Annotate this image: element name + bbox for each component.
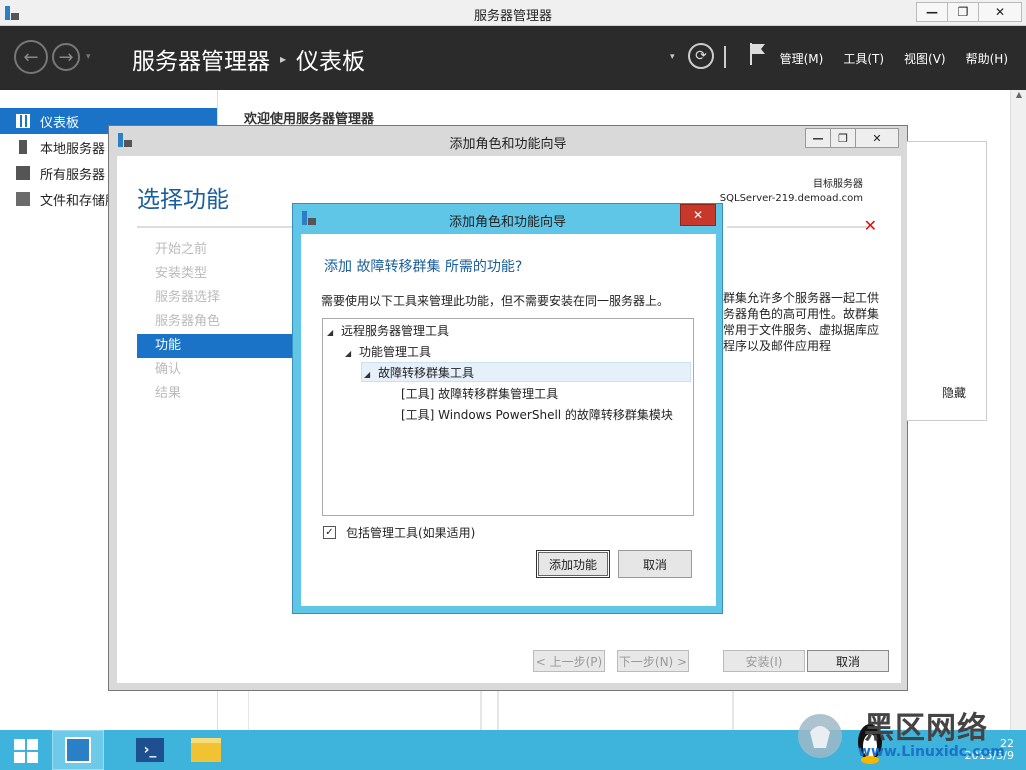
add-features-dialog: 添加角色和功能向导 ✕ 添加 故障转移群集 所需的功能? 需要使用以下工具来管理… [292,203,723,614]
forward-arrow-icon: → [58,46,74,68]
server-manager-icon [65,737,91,763]
tree-node-label: [工具] Windows PowerShell 的故障转移群集模块 [401,408,673,422]
expand-triangle-icon[interactable]: ◢ [345,344,359,364]
required-features-tree[interactable]: ◢ 远程服务器管理工具 ◢ 功能管理工具 ◢ 故障转移群集工具 [工具] 故障转移群集… [322,318,694,516]
refresh-button[interactable]: ⟳ [688,43,714,69]
windows-logo-icon [14,739,25,750]
wizard-title: 添加角色和功能向导 [449,137,567,152]
back-button[interactable]: ← [14,40,48,74]
back-arrow-icon: ← [23,46,39,68]
step-confirmation[interactable]: 确认 [137,358,297,382]
window-title: 服务器管理器 [473,9,552,24]
step-features[interactable]: 功能 [137,334,297,358]
watermark-url: www.Linuxidc.com [858,744,1005,760]
tree-node-feature-admin-tools[interactable]: ◢ 功能管理工具 [345,342,431,362]
wizard-maximize-button[interactable]: ❐ [830,128,856,148]
folder-icon [191,738,221,762]
step-before-you-begin[interactable]: 开始之前 [137,238,297,262]
target-server-label: 目标服务器 [813,179,863,190]
steps-divider [137,226,297,228]
tree-node-failover-cluster-ps-module[interactable]: [工具] Windows PowerShell 的故障转移群集模块 [401,405,673,425]
hide-link[interactable]: 隐藏 [942,384,966,401]
taskbar-powershell[interactable]: ›_ [124,730,176,770]
dialog-close-button[interactable]: ✕ [680,204,716,226]
include-tools-label[interactable]: 包括管理工具(如果适用) [346,524,475,541]
tree-node-failover-cluster-mgmt[interactable]: [工具] 故障转移群集管理工具 [401,384,558,404]
target-server-name: SQLServer-219.demoad.com [719,193,863,204]
restore-button[interactable]: ❐ [947,2,979,22]
window-titlebar: 服务器管理器 — ❐ ✕ [0,0,1026,26]
expand-triangle-icon[interactable]: ◢ [364,365,378,385]
sidebar-item-label: 仪表板 [40,115,80,131]
step-installation-type[interactable]: 安装类型 [137,262,297,286]
tree-node-label: 功能管理工具 [359,345,432,359]
wizard-minimize-button[interactable]: — [805,128,831,148]
taskbar-server-manager[interactable] [52,730,104,770]
sidebar-item-label: 本地服务器 [40,141,106,157]
install-button[interactable]: 安装(I) [723,650,805,672]
feature-description: 务群集允许多个服务器一起工供服务器角色的高可用性。故群集通常用于文件服务、虚拟据… [711,291,880,353]
step-server-roles[interactable]: 服务器角色 [137,310,297,334]
breadcrumb-current: 仪表板 [296,49,366,75]
previous-button[interactable]: < 上一步(P) [533,650,605,672]
content-divider [727,226,867,228]
target-server-info: 目标服务器 SQLServer-219.demoad.com [720,178,863,206]
breadcrumb-root[interactable]: 服务器管理器 [132,42,270,76]
checkmark-icon: ✓ [325,527,334,538]
add-features-button[interactable]: 添加功能 [536,550,610,578]
tree-node-failover-cluster-tools[interactable]: ◢ 故障转移群集工具 [361,362,691,382]
tree-node-remote-admin-tools[interactable]: ◢ 远程服务器管理工具 [327,321,449,341]
wizard-heading: 选择功能 [137,187,229,213]
wizard-titlebar: 添加角色和功能向导 — ❐ ✕ [109,126,907,154]
close-icon: ✕ [692,208,704,222]
servers-icon [16,166,30,180]
forward-button[interactable]: → [52,43,80,71]
scroll-up-icon[interactable]: ▲ [1011,90,1026,104]
next-button[interactable]: 下一步(N) > [617,650,689,672]
header-separator [724,46,726,68]
close-button[interactable]: ✕ [978,2,1022,22]
tree-node-label: 远程服务器管理工具 [341,324,450,338]
powershell-icon: ›_ [136,738,164,762]
header-menu: 管理(M) 工具(T) 视图(V) 帮助(H) [760,50,1008,67]
tree-node-label: [工具] 故障转移群集管理工具 [401,387,559,401]
refresh-icon: ⟳ [695,48,707,64]
wizard-cancel-button[interactable]: 取消 [807,650,889,672]
history-dropdown-icon[interactable]: ▾ [86,52,91,62]
taskbar-file-explorer[interactable] [180,730,232,770]
breadcrumb: 服务器管理器 ▸ 仪表板 [132,42,365,76]
menu-help[interactable]: 帮助(H) [966,50,1008,67]
wizard-close-button[interactable]: ✕ [855,128,899,148]
include-tools-row[interactable]: ✓ 包括管理工具(如果适用) [323,524,475,541]
sidebar-item-label: 所有服务器 [40,167,106,183]
expand-triangle-icon[interactable]: ◢ [327,323,341,343]
file-storage-icon [16,192,30,206]
dialog-description: 需要使用以下工具来管理此功能，但不需要安装在同一服务器上。 [321,294,670,308]
dialog-titlebar: 添加角色和功能向导 [293,204,722,232]
menu-manage[interactable]: 管理(M) [780,50,824,67]
server-manager-header: ← → ▾ 服务器管理器 ▸ 仪表板 ▾ ⟳ 管理(M) 工具(T) 视图(V)… [0,26,1026,90]
refresh-dropdown-icon[interactable]: ▾ [670,52,675,62]
dialog-cancel-button[interactable]: 取消 [618,550,692,578]
wizard-steps: 开始之前 安装类型 服务器选择 服务器角色 功能 确认 结果 [137,238,297,406]
start-button[interactable] [14,739,38,763]
menu-tools[interactable]: 工具(T) [843,50,884,67]
step-server-selection[interactable]: 服务器选择 [137,286,297,310]
dialog-heading: 添加 故障转移群集 所需的功能? [324,259,523,275]
step-results[interactable]: 结果 [137,382,297,406]
dialog-body: 添加 故障转移群集 所需的功能? 需要使用以下工具来管理此功能，但不需要安装在同… [301,234,716,606]
tree-node-label: 故障转移群集工具 [378,366,475,380]
watermark-title: 黑区网络 [864,711,988,746]
server-icon [19,140,27,154]
menu-view[interactable]: 视图(V) [904,50,946,67]
minimize-button[interactable]: — [916,2,948,22]
breadcrumb-separator-icon: ▸ [280,52,287,66]
dialog-title: 添加角色和功能向导 [448,215,566,230]
main-scrollbar[interactable]: ▲ [1010,90,1026,730]
wizard-side-panel [907,141,987,421]
include-tools-checkbox[interactable]: ✓ [323,526,336,539]
dashboard-icon [16,114,30,128]
